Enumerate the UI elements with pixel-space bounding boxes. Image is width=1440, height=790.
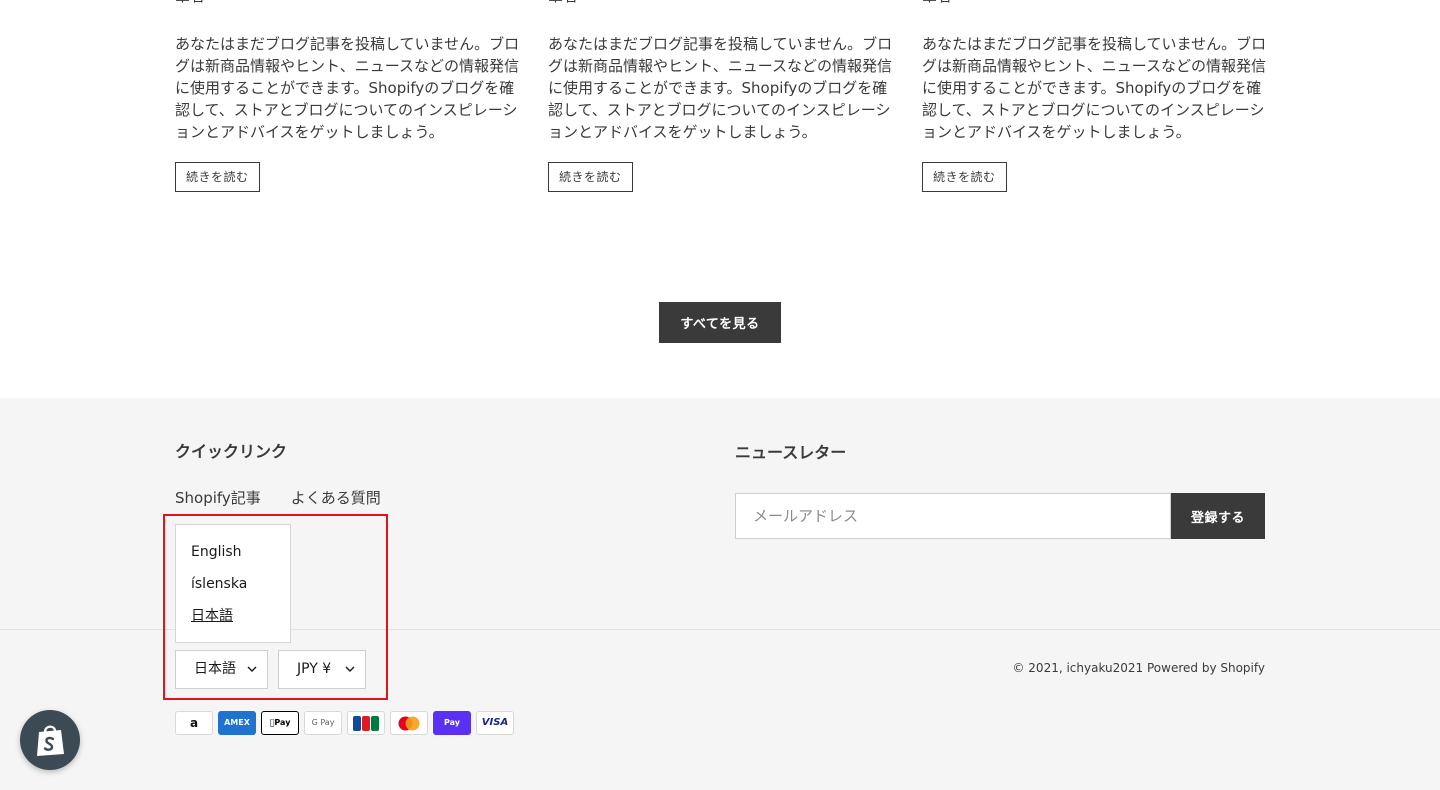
quick-links-heading: クイックリンク bbox=[175, 442, 288, 461]
currency-selector-value: JPY ¥ bbox=[297, 661, 332, 677]
amazon-pay-icon: a bbox=[175, 711, 213, 735]
blog-section: 筆者 あなたはまだブログ記事を投稿していません。ブログは新商品情報やヒント、ニュ… bbox=[0, 0, 1440, 398]
visa-icon: VISA bbox=[476, 711, 514, 735]
view-all-button[interactable]: すべてを見る bbox=[659, 302, 781, 343]
language-option-icelandic[interactable]: íslenska bbox=[191, 574, 247, 594]
language-dropdown-menu: English íslenska 日本語 bbox=[175, 524, 291, 643]
quick-link-faq[interactable]: よくある質問 bbox=[291, 489, 381, 507]
read-more-button[interactable]: 続きを読む bbox=[175, 162, 260, 192]
chevron-down-icon bbox=[247, 666, 257, 672]
shopify-chat-badge[interactable] bbox=[20, 710, 80, 770]
google-pay-icon: G Pay bbox=[304, 711, 342, 735]
subscribe-button[interactable]: 登録する bbox=[1171, 493, 1265, 539]
blog-post-author: 筆者 bbox=[548, 0, 578, 6]
quick-links-nav: Shopify記事 よくある質問 bbox=[175, 488, 411, 508]
blog-post-excerpt: あなたはまだブログ記事を投稿していません。ブログは新商品情報やヒント、ニュースな… bbox=[175, 35, 520, 141]
blog-post-author: 筆者 bbox=[175, 0, 205, 6]
blog-post-excerpt: あなたはまだブログ記事を投稿していません。ブログは新商品情報やヒント、ニュースな… bbox=[922, 35, 1267, 141]
language-option-english[interactable]: English bbox=[191, 542, 242, 562]
read-more-button[interactable]: 続きを読む bbox=[548, 162, 633, 192]
email-input[interactable] bbox=[735, 493, 1171, 539]
jcb-icon bbox=[347, 711, 385, 735]
quick-link-shopify-articles[interactable]: Shopify記事 bbox=[175, 489, 261, 507]
copyright-text: © 2021, ichyaku2021 Powered by Shopify bbox=[1012, 661, 1265, 675]
currency-selector[interactable]: JPY ¥ bbox=[278, 650, 366, 689]
jcb-logo-icon bbox=[353, 716, 379, 731]
mastercard-icon bbox=[390, 711, 428, 735]
blog-post-excerpt: あなたはまだブログ記事を投稿していません。ブログは新商品情報やヒント、ニュースな… bbox=[548, 35, 893, 141]
newsletter-heading: ニュースレター bbox=[735, 443, 847, 462]
shop-pay-icon: Pay bbox=[433, 711, 471, 735]
read-more-button[interactable]: 続きを読む bbox=[922, 162, 1007, 192]
blog-post-author: 筆者 bbox=[922, 0, 952, 6]
shopify-bag-icon bbox=[37, 725, 64, 756]
apple-pay-icon: Pay bbox=[261, 711, 299, 735]
amex-icon: AMEX bbox=[218, 711, 256, 735]
mastercard-logo-icon bbox=[398, 716, 420, 731]
language-selector-value: 日本語 bbox=[194, 661, 236, 677]
site-footer: クイックリンク Shopify記事 よくある質問 ニュースレター 登録する Eng… bbox=[0, 398, 1440, 790]
chevron-down-icon bbox=[345, 666, 355, 672]
language-option-japanese[interactable]: 日本語 bbox=[191, 606, 233, 626]
language-selector[interactable]: 日本語 bbox=[175, 650, 268, 689]
